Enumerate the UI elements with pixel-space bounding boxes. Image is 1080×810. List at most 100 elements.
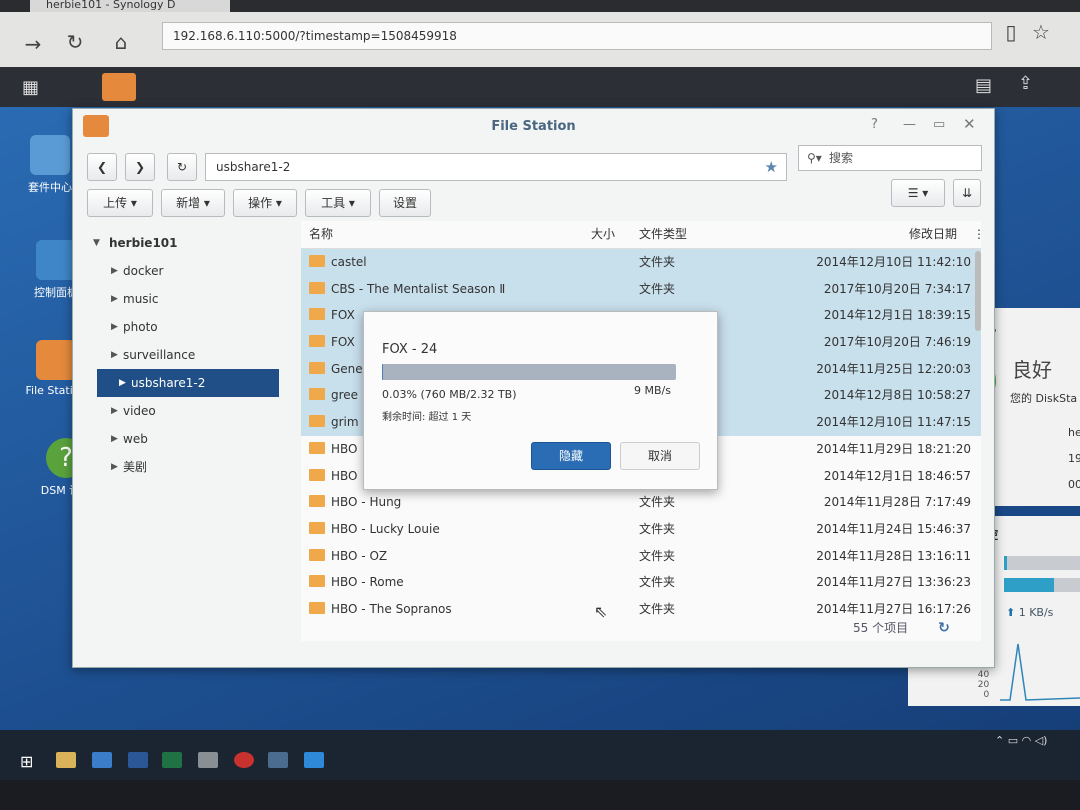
upload-queue-icon[interactable]: ⇪: [1018, 73, 1033, 94]
button-label: 上传: [103, 196, 128, 210]
chrome-icon[interactable]: [268, 752, 288, 768]
file-type: 文件夹: [639, 548, 676, 563]
dsm-taskbar: ▦ ▤ ⇪: [0, 67, 1080, 107]
file-name: HBO - The Sopranos: [309, 596, 452, 623]
tools-button[interactable]: 工具 ▾: [305, 189, 371, 217]
tree-item-music[interactable]: ▶ music: [89, 285, 279, 313]
back-button[interactable]: ❮: [87, 153, 117, 181]
forward-icon[interactable]: →: [20, 32, 46, 56]
file-row[interactable]: HBO - Lucky Louie 文件夹 2014年11月24日 15:46:…: [301, 516, 981, 543]
folder-icon: [309, 441, 325, 454]
reading-view-icon[interactable]: ▯: [998, 20, 1024, 44]
folder-icon: [309, 468, 325, 481]
upload-button[interactable]: 上传 ▾: [87, 189, 153, 217]
ie-icon[interactable]: [92, 752, 112, 768]
tree-item-web[interactable]: ▶ web: [89, 425, 279, 453]
file-name: HBO - Hung: [309, 489, 401, 516]
word-icon[interactable]: [128, 752, 148, 768]
file-modified: 2014年11月28日 13:16:11: [816, 548, 971, 563]
file-modified: 2017年10月20日 7:46:19: [823, 335, 971, 350]
tree-item-photo[interactable]: ▶ photo: [89, 313, 279, 341]
file-modified: 2017年10月20日 7:34:17: [823, 281, 971, 296]
excel-icon[interactable]: [162, 752, 182, 768]
tree-item-us-shows[interactable]: ▶ 美剧: [89, 453, 279, 481]
minimize-icon[interactable]: —: [903, 117, 916, 132]
edge-icon[interactable]: [304, 752, 324, 768]
favorite-star-icon[interactable]: ☆: [1028, 20, 1054, 44]
list-header: 名称 大小 文件类型 修改日期 ⋮: [301, 221, 985, 249]
forward-button[interactable]: ❯: [125, 153, 155, 181]
column-size[interactable]: 大小: [591, 221, 615, 247]
search-placeholder: 搜索: [829, 151, 854, 165]
file-name: gree: [309, 382, 358, 409]
tree-item-docker[interactable]: ▶ docker: [89, 257, 279, 285]
tree-item-video[interactable]: ▶ video: [89, 397, 279, 425]
tree-label: photo: [123, 320, 158, 334]
search-input[interactable]: ⚲▾ 搜索: [798, 145, 982, 171]
refresh-icon[interactable]: ↻: [938, 620, 950, 636]
browser-app-icon[interactable]: [234, 752, 254, 768]
tree-item-surveillance[interactable]: ▶ surveillance: [89, 341, 279, 369]
settings-button[interactable]: 设置: [379, 189, 431, 217]
file-name-text: HBO - Hung: [331, 495, 402, 510]
tree-label: docker: [123, 264, 164, 278]
create-button[interactable]: 新增 ▾: [161, 189, 225, 217]
path-text: usbshare1-2: [216, 160, 291, 174]
tree-label: herbie101: [109, 236, 178, 250]
progress-fill: [382, 364, 383, 380]
file-row[interactable]: HBO - OZ 文件夹 2014年11月28日 13:16:11: [301, 543, 981, 570]
address-bar[interactable]: 192.168.6.110:5000/?timestamp=1508459918: [162, 22, 992, 50]
file-modified: 2014年11月29日 18:21:20: [816, 441, 971, 456]
file-name-text: HBO - Lucky Louie: [331, 521, 440, 536]
folder-icon: [309, 308, 325, 321]
maximize-icon[interactable]: ▭: [933, 117, 945, 132]
file-name-text: FOX: [331, 308, 355, 323]
help-icon[interactable]: ?: [871, 117, 878, 132]
scrollbar[interactable]: [975, 251, 981, 331]
window-title: File Station: [491, 119, 576, 134]
browser-tab[interactable]: herbie101 - Synology D: [30, 0, 230, 12]
tree-root[interactable]: ▼ herbie101: [89, 229, 279, 257]
main-menu-icon[interactable]: ▦: [22, 77, 39, 98]
close-icon[interactable]: ✕: [963, 115, 976, 133]
tick-label: 40: [977, 670, 990, 680]
file-type: 文件夹: [639, 601, 676, 616]
file-modified: 2014年12月10日 11:42:10: [816, 255, 971, 269]
windows-start-icon[interactable]: ⊞: [20, 752, 33, 771]
file-name-text: HBO - Rome: [331, 575, 404, 590]
info-value: 00: [1068, 478, 1080, 491]
file-row[interactable]: HBO - Hung 文件夹 2014年11月28日 7:17:49: [301, 489, 981, 516]
tree-item-usbshare1-2[interactable]: ▶ usbshare1-2: [97, 369, 279, 397]
system-tray[interactable]: ⌃ ▭ ◠ ◁): [995, 734, 1047, 747]
file-name: castel: [309, 249, 367, 276]
file-type: 文件夹: [639, 255, 676, 269]
file-station-taskbar-icon[interactable]: [102, 73, 136, 101]
file-explorer-icon[interactable]: [56, 752, 76, 768]
button-label: 工具: [321, 196, 346, 210]
file-row[interactable]: CBS - The Mentalist Season Ⅱ 文件夹 2017年10…: [301, 275, 981, 303]
column-type[interactable]: 文件类型: [639, 221, 687, 247]
file-row[interactable]: HBO - Rome 文件夹 2014年11月27日 13:36:23: [301, 569, 981, 596]
home-icon[interactable]: ⌂: [108, 30, 134, 54]
file-name: CBS - The Mentalist Season Ⅱ: [309, 276, 505, 303]
favorite-star-icon[interactable]: ★: [765, 154, 778, 180]
refresh-icon[interactable]: ↻: [62, 30, 88, 54]
sort-button[interactable]: ⇊: [953, 179, 981, 207]
cancel-button[interactable]: 取消: [620, 442, 700, 470]
file-name: HBO - OZ: [309, 543, 387, 570]
notifications-icon[interactable]: ▤: [975, 75, 992, 96]
status-bar: 55 个项目 ↻: [853, 619, 950, 636]
column-modified[interactable]: 修改日期: [909, 221, 957, 247]
tick-label: 20: [977, 680, 990, 690]
path-field[interactable]: usbshare1-2 ★: [205, 153, 787, 181]
folder-icon: [309, 255, 325, 267]
column-menu-icon[interactable]: ⋮: [973, 221, 985, 247]
hide-button[interactable]: 隐藏: [531, 442, 611, 470]
view-mode-button[interactable]: ☰ ▾: [891, 179, 945, 207]
column-name[interactable]: 名称: [309, 221, 333, 247]
action-button[interactable]: 操作 ▾: [233, 189, 297, 217]
refresh-button[interactable]: ↻: [167, 153, 197, 181]
file-name: HBO: [309, 436, 358, 463]
wechat-icon[interactable]: [198, 752, 218, 768]
file-row[interactable]: castel 文件夹 2014年12月10日 11:42:10: [301, 249, 981, 276]
